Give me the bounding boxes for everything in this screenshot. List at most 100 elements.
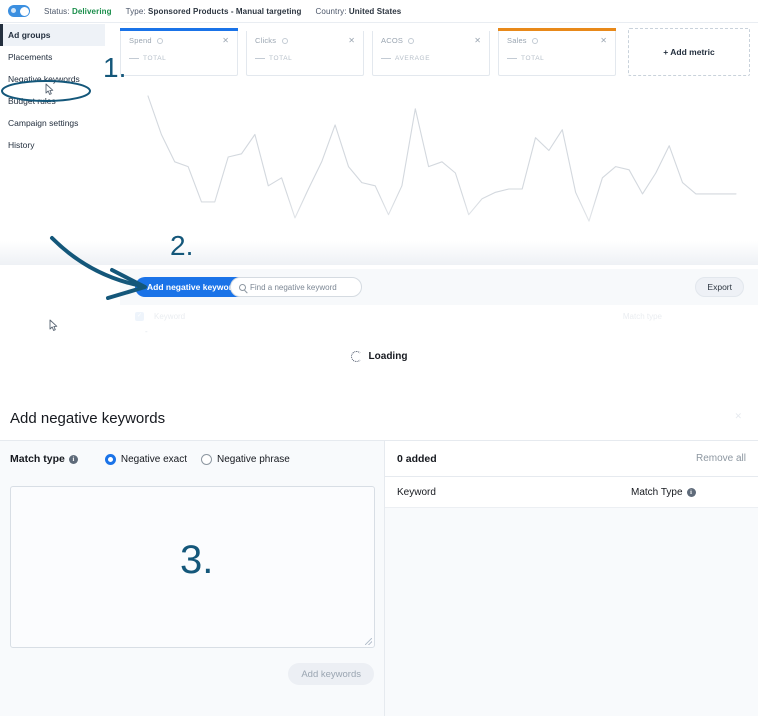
- added-table-header: Keyword Match Type i: [385, 477, 758, 508]
- metric-card-sub: TOTAL: [521, 55, 545, 62]
- added-count: 0 added: [397, 452, 437, 465]
- add-keywords-button[interactable]: Add keywords: [288, 663, 374, 685]
- metric-card-spend[interactable]: Spend ✕ TOTAL: [120, 28, 238, 76]
- campaign-status-bar: Status: Delivering Type: Sponsored Produ…: [0, 0, 758, 22]
- page-title: Add negative keywords: [10, 410, 166, 427]
- metric-line-swatch: [129, 57, 139, 60]
- metric-line-swatch: [255, 57, 265, 60]
- metric-card-sub: TOTAL: [269, 55, 293, 62]
- add-metric-button[interactable]: + Add metric: [628, 28, 750, 76]
- metric-card-title: Spend: [129, 36, 163, 45]
- type-field: Type: Sponsored Products - Manual target…: [126, 7, 302, 16]
- metric-accent-bar: [498, 28, 616, 31]
- country-field-label: Country:: [315, 6, 347, 16]
- country-field: Country: United States: [316, 7, 402, 16]
- sidebar-item-label: Placements: [8, 52, 53, 62]
- column-header-keyword: Keyword: [397, 486, 436, 498]
- chart-svg: [147, 95, 737, 222]
- country-field-value: United States: [348, 6, 402, 16]
- keywords-table-header: Keyword Match type: [120, 307, 758, 325]
- close-icon[interactable]: ✕: [348, 36, 355, 45]
- radio-negative-exact[interactable]: Negative exact: [104, 453, 187, 465]
- chart-line-series: [147, 95, 737, 222]
- resize-handle-icon[interactable]: [365, 638, 372, 645]
- radio-indicator: [104, 453, 116, 465]
- search-icon: [239, 283, 246, 291]
- metric-card-sales[interactable]: Sales ✕ TOTAL: [498, 28, 616, 76]
- panel-header: Add negative keywords ✕: [0, 397, 758, 441]
- add-negative-keywords-label: Add negative keywords: [147, 282, 242, 292]
- match-type-radio-group: Negative exact Negative phrase: [104, 453, 290, 465]
- sidebar-item-label: Negative keywords: [8, 74, 80, 84]
- radio-label: Negative exact: [120, 453, 187, 465]
- loading-label: Loading: [368, 351, 408, 362]
- info-icon[interactable]: [281, 38, 288, 44]
- annotation-step-1: 1.: [103, 52, 127, 83]
- add-keywords-label: Add keywords: [301, 668, 361, 680]
- status-field-label: Status:: [44, 6, 70, 16]
- column-header-match-type: Match Type: [631, 486, 683, 498]
- status-field-value: Delivering: [71, 6, 112, 16]
- keywords-table-ghost-row: -: [145, 327, 148, 336]
- info-icon[interactable]: [408, 38, 415, 44]
- info-icon[interactable]: [156, 38, 163, 44]
- performance-chart: [120, 82, 758, 262]
- annotation-step-2: 2.: [170, 230, 194, 261]
- sidebar-item-history[interactable]: History: [0, 134, 105, 156]
- type-field-value: Sponsored Products - Manual targeting: [148, 6, 302, 16]
- sidebar-item-label: History: [8, 140, 35, 150]
- match-type-label: Match type: [10, 453, 65, 465]
- select-all-checkbox[interactable]: [135, 311, 144, 321]
- info-icon[interactable]: [532, 38, 539, 44]
- added-summary-row: 0 added Remove all: [385, 441, 758, 477]
- sidebar-item-budget-rules[interactable]: Budget rules: [0, 90, 105, 112]
- add-metric-label: + Add metric: [663, 47, 715, 57]
- metric-card-name: Clicks: [255, 36, 277, 45]
- metric-card-name: Spend: [129, 36, 152, 45]
- metric-card-title: ACOS: [381, 36, 415, 45]
- info-icon[interactable]: i: [68, 454, 78, 464]
- search-keyword-field[interactable]: Find a negative keyword: [230, 277, 362, 297]
- metric-accent-bar: [246, 28, 364, 31]
- add-negative-keywords-panel: Add negative keywords ✕ Match type i Neg…: [0, 397, 758, 716]
- sidebar-item-label: Campaign settings: [8, 118, 79, 128]
- export-button[interactable]: Export: [695, 277, 744, 297]
- metric-card-name: ACOS: [381, 36, 404, 45]
- metric-card-sub: AVERAGE: [395, 55, 431, 62]
- keywords-toolbar: Add negative keywords Find a negative ke…: [120, 269, 758, 305]
- metric-card-title: Sales: [507, 36, 539, 45]
- remove-all-button[interactable]: Remove all: [696, 453, 746, 464]
- metric-card-name: Sales: [507, 36, 527, 45]
- annotation-step-3: 3.: [180, 538, 214, 582]
- sidebar-item-label: Budget rules: [8, 96, 56, 106]
- added-keywords-pane: 0 added Remove all Keyword Match Type i: [385, 441, 758, 716]
- sidebar-item-campaign-settings[interactable]: Campaign settings: [0, 112, 105, 134]
- type-field-label: Type:: [125, 6, 146, 16]
- info-icon[interactable]: i: [686, 487, 696, 497]
- close-icon[interactable]: ✕: [600, 36, 607, 45]
- close-icon[interactable]: ✕: [222, 36, 229, 45]
- close-icon[interactable]: ✕: [474, 36, 481, 45]
- metric-card-title: Clicks: [255, 36, 288, 45]
- spinner-icon: [350, 351, 362, 362]
- radio-label: Negative phrase: [217, 453, 290, 465]
- match-type-row: Match type i Negative exact Negative phr…: [0, 441, 384, 477]
- metric-card-acos[interactable]: ACOS ✕ AVERAGE: [372, 28, 490, 76]
- sidebar-item-placements[interactable]: Placements: [0, 46, 105, 68]
- status-field: Status: Delivering: [44, 7, 112, 16]
- radio-negative-phrase[interactable]: Negative phrase: [201, 453, 290, 465]
- close-icon[interactable]: ✕: [734, 411, 742, 422]
- sidebar-item-negative-keywords[interactable]: Negative keywords: [0, 68, 105, 90]
- radio-indicator: [201, 453, 212, 465]
- search-placeholder: Find a negative keyword: [250, 282, 337, 292]
- added-keywords-empty-body: [385, 508, 758, 716]
- metric-card-clicks[interactable]: Clicks ✕ TOTAL: [246, 28, 364, 76]
- sidebar-item-label: Ad groups: [8, 30, 51, 40]
- metric-line-swatch: [507, 57, 517, 60]
- column-header-match-type-wrap: Match Type i: [631, 487, 696, 498]
- metric-card-sub: TOTAL: [143, 55, 167, 62]
- sidebar-item-ad-groups[interactable]: Ad groups: [0, 24, 105, 46]
- loading-indicator: Loading: [0, 351, 758, 362]
- campaign-enabled-toggle[interactable]: [8, 5, 30, 17]
- metrics-and-chart: Spend ✕ TOTAL Clicks ✕ TOTAL ACOS ✕ AVER…: [120, 24, 758, 265]
